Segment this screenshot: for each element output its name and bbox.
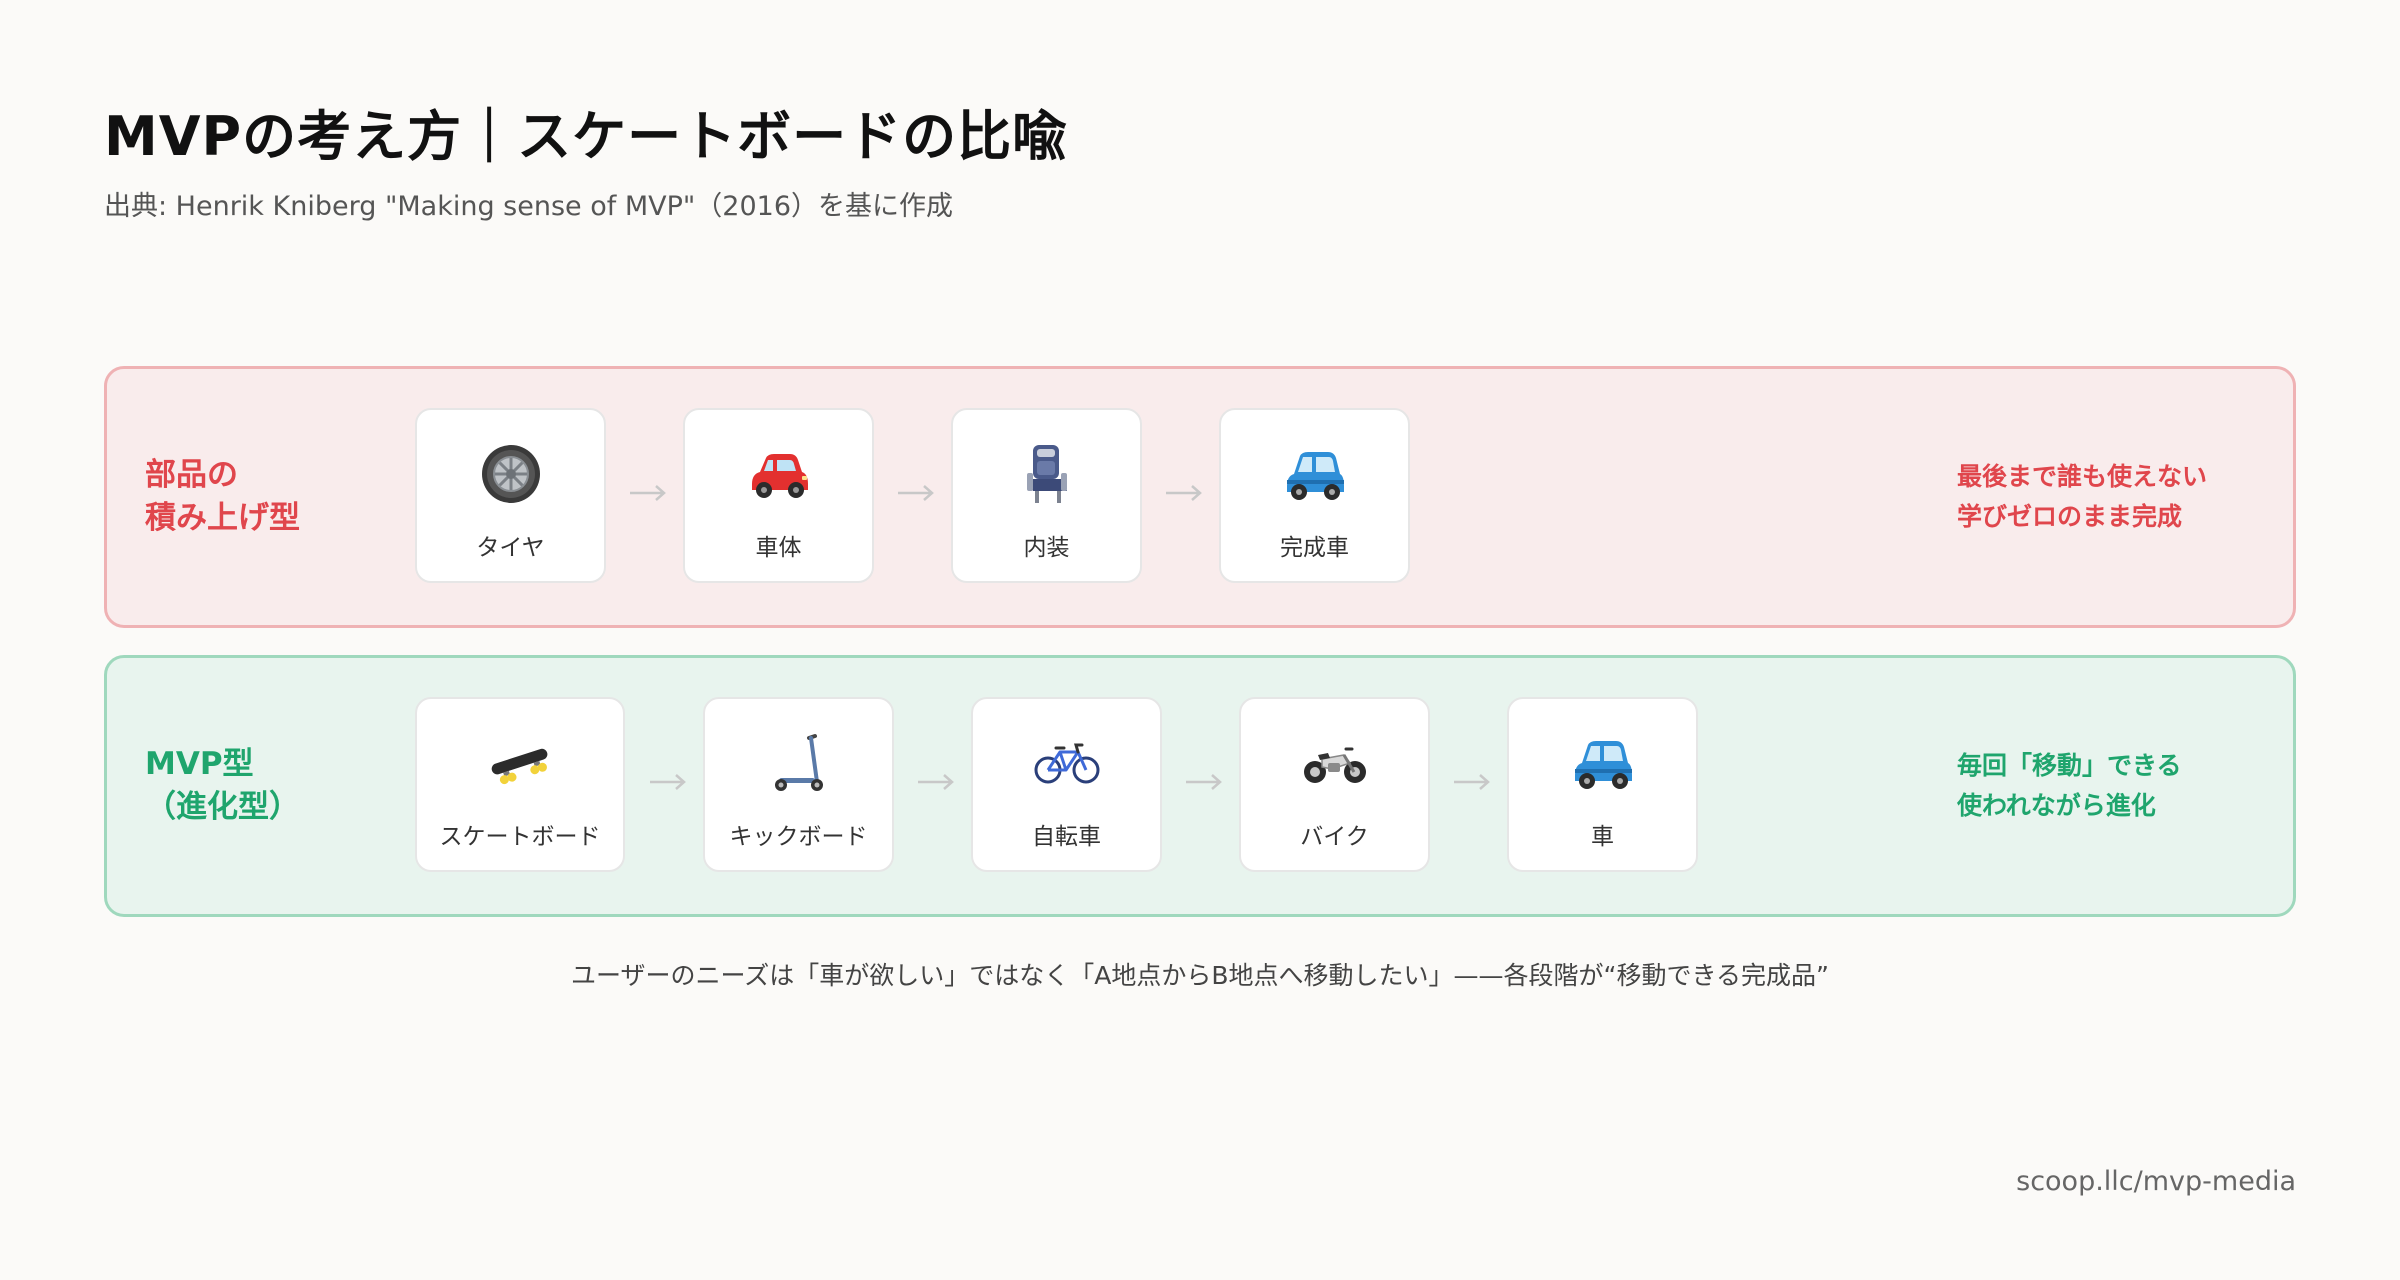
tire-icon: [417, 442, 604, 506]
blue-car-icon: [1221, 442, 1408, 506]
motorcycle-icon: [1241, 731, 1428, 795]
row-note: 毎回「移動」できる 使われながら進化: [1957, 751, 2182, 820]
skateboard-icon: [417, 731, 623, 795]
step-card-interior: 内装: [951, 408, 1142, 583]
mvp-evolution-row: MVP型 （進化型） スケートボード キックボード 自転車 バイク 車 毎回「移…: [104, 655, 2296, 917]
step-card-kick-scooter: キックボード: [703, 697, 894, 872]
arrow-right-icon: [648, 770, 688, 794]
kick-scooter-icon: [705, 731, 892, 795]
blue-car-icon: [1509, 731, 1696, 795]
row-note: 最後まで誰も使えない 学びゼロのまま完成: [1957, 462, 2208, 531]
arrow-right-icon: [1452, 770, 1492, 794]
step-card-car-body: 車体: [683, 408, 874, 583]
step-label: 自転車: [1032, 824, 1101, 850]
row-label: 部品の 積み上げ型: [145, 457, 300, 536]
arrow-right-icon: [896, 481, 936, 505]
step-label: キックボード: [729, 824, 868, 850]
footnote: ユーザーのニーズは「車が欲しい」ではなく「A地点からB地点へ移動したい」——各段…: [571, 961, 1829, 990]
step-label: スケートボード: [439, 824, 601, 850]
step-label: 内装: [1023, 535, 1070, 561]
row-label: MVP型 （進化型）: [145, 746, 300, 825]
step-label: 車: [1591, 824, 1614, 850]
bicycle-icon: [973, 731, 1160, 795]
arrow-right-icon: [1184, 770, 1224, 794]
arrow-right-icon: [628, 481, 668, 505]
component-stacking-row: 部品の 積み上げ型 タイヤ 車体 内装 完成車 最後まで誰も使えない 学びゼロの…: [104, 366, 2296, 628]
page-title: MVPの考え方｜スケートボードの比喩: [104, 105, 1068, 168]
arrow-right-icon: [916, 770, 956, 794]
site-credit: scoop.llc/mvp-media: [2016, 1166, 2296, 1197]
step-card-finished-car: 完成車: [1219, 408, 1410, 583]
step-label: 完成車: [1280, 535, 1349, 561]
step-card-car: 車: [1507, 697, 1698, 872]
step-label: バイク: [1300, 824, 1369, 850]
step-card-motorcycle: バイク: [1239, 697, 1430, 872]
step-card-skateboard: スケートボード: [415, 697, 625, 872]
red-car-body-icon: [685, 442, 872, 506]
step-card-bicycle: 自転車: [971, 697, 1162, 872]
step-label: 車体: [755, 535, 802, 561]
seat-icon: [953, 442, 1140, 506]
arrow-right-icon: [1164, 481, 1204, 505]
source-citation: 出典: Henrik Kniberg "Making sense of MVP"…: [104, 191, 954, 222]
step-label: タイヤ: [476, 535, 545, 561]
step-card-tire: タイヤ: [415, 408, 606, 583]
